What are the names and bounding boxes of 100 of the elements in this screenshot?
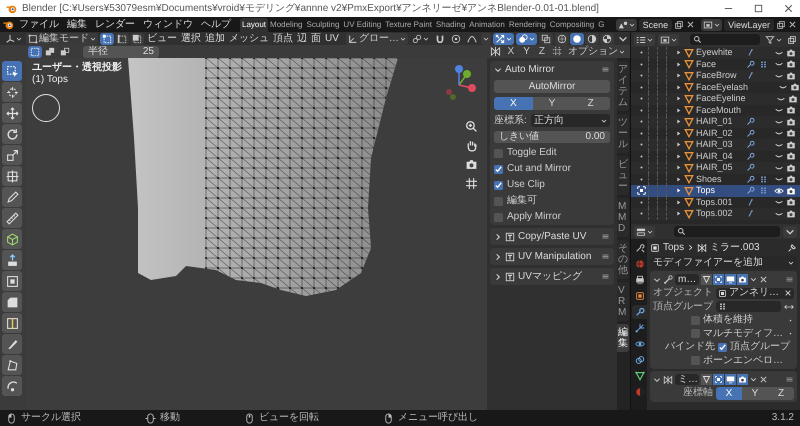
workspace-tab[interactable]: Texture Paint	[383, 18, 434, 32]
modifier-name-field[interactable]: ミ…	[675, 374, 699, 385]
status-hint: サークル選択	[21, 412, 81, 424]
add-modifier-dropdown[interactable]: モディファイアーを追加	[650, 256, 797, 269]
axis-button[interactable]: Y	[742, 386, 768, 400]
sidebar-tab[interactable]: ツール	[617, 114, 629, 153]
field-label: 座標軸	[682, 387, 713, 400]
checkbox-label: マルチモディフ…	[703, 328, 783, 340]
object-name: Eyewhite	[696, 47, 734, 58]
object-name: (1) Tops	[32, 74, 69, 86]
object-name: FaceMouth	[696, 104, 742, 116]
menu-item[interactable]: 頂点	[273, 32, 293, 44]
sidebar-tab[interactable]: MMD	[617, 198, 629, 237]
workspace-tab[interactable]: G	[596, 18, 606, 32]
menu-item[interactable]: 編集	[64, 18, 90, 30]
outliner-row[interactable]: HAIR_03	[631, 139, 800, 150]
object-name: Shoes	[696, 174, 723, 185]
object-name: Tops.001	[696, 196, 734, 208]
view-name: ユーザー・透視投影	[32, 62, 122, 74]
status-hint: メニュー呼び出し	[398, 412, 478, 424]
mode-dropdown[interactable]: 編集モード	[26, 32, 98, 44]
outliner-row[interactable]: Eyewhite	[631, 47, 800, 58]
panel-title: Copy/Paste UV	[518, 230, 588, 242]
field-label: オブジェクト	[653, 287, 713, 300]
object-name: HAIR_05	[696, 162, 734, 174]
sidebar-tab[interactable]: VRM	[617, 282, 629, 321]
object-name: Tops.002	[696, 208, 734, 220]
object-name: HAIR_01	[696, 116, 734, 128]
checkbox-label: 頂点グループ	[730, 341, 790, 354]
outliner-row[interactable]: Tops.002	[631, 208, 800, 220]
view-layer-field[interactable]: ViewLayer	[724, 18, 774, 30]
axis-button[interactable]: Y	[532, 97, 572, 110]
outliner-row[interactable]: HAIR_05	[631, 162, 800, 174]
outliner-row[interactable]: FaceBrow	[631, 70, 800, 82]
panel-title: UVマッピング	[518, 270, 583, 282]
menu-item[interactable]: 選択	[181, 32, 201, 44]
scene-field[interactable]: Scene	[638, 18, 672, 30]
sidebar-tab[interactable]: アイテム	[617, 61, 629, 111]
status-hint: ビューを回転	[259, 412, 319, 424]
menu-item[interactable]: UV	[325, 32, 339, 44]
menu-item[interactable]: メッシュ	[229, 32, 269, 44]
checkbox-label: Cut and Mirror	[507, 163, 571, 175]
outliner-row[interactable]: Tops	[631, 185, 800, 196]
object-name: HAIR_04	[696, 150, 734, 162]
workspace-tab[interactable]: Animation	[467, 18, 507, 32]
version-label: 3.1.2	[772, 412, 794, 424]
menu-item[interactable]: 面	[311, 32, 321, 44]
checkbox-label: Apply Mirror	[507, 211, 561, 223]
menu-item[interactable]: ウィンドウ	[140, 18, 196, 30]
orientation-dropdown[interactable]: グロー…	[346, 32, 408, 44]
workspace-tab[interactable]: Layout	[240, 18, 268, 32]
menu-item[interactable]: 追加	[205, 32, 225, 44]
breadcrumb-item[interactable]: Tops	[663, 242, 684, 254]
workspace-tab[interactable]: Shading	[434, 18, 468, 32]
workspace-tab[interactable]: UV Editing	[341, 18, 384, 32]
sidebar-tab[interactable]: ビュー	[617, 156, 629, 195]
object-name: HAIR_02	[696, 128, 734, 139]
workspace-tab[interactable]: Compositing	[548, 18, 596, 32]
workspace-tab[interactable]: Sculpting	[304, 18, 342, 32]
outliner-row[interactable]: HAIR_01	[631, 116, 800, 128]
object-field[interactable]: アンネリ…	[716, 288, 794, 299]
checkbox-label: ボーンエンベロ…	[703, 354, 783, 367]
checkbox-label: 編集可	[507, 195, 537, 207]
workspace-tab[interactable]: Modeling	[268, 18, 304, 32]
workspace-tab[interactable]: Rendering	[506, 18, 548, 32]
checkbox-label: 体積を維持	[703, 314, 753, 326]
menu-item[interactable]: ファイル	[16, 18, 62, 30]
options-dropdown[interactable]: オプション	[566, 46, 627, 58]
field-label: 座標系:	[494, 114, 527, 126]
panel-title: UV Manipulation	[518, 250, 592, 262]
menu-item[interactable]: レンダー	[92, 18, 138, 30]
menu-item[interactable]: 辺	[297, 32, 307, 44]
breadcrumb-item[interactable]: ミラー.003	[710, 242, 760, 254]
panel-title: Auto Mirror	[505, 64, 556, 76]
outliner-row[interactable]: FaceEyeline	[631, 93, 800, 104]
orientation-dropdown[interactable]: 正方向	[530, 114, 610, 127]
field-label: バインド先	[665, 341, 715, 354]
object-name: FaceEyeline	[696, 93, 746, 104]
sidebar-tab[interactable]: 編集	[617, 324, 629, 352]
automirror-button[interactable]: AutoMirror	[494, 80, 610, 93]
radius-field[interactable]: 半径 25	[83, 46, 159, 58]
axis-button[interactable]: X	[716, 386, 742, 400]
threshold-field[interactable]: しきい値 0.00	[494, 131, 610, 143]
sidebar-tab[interactable]: その他	[617, 240, 629, 279]
object-name: Tops	[696, 185, 716, 196]
axis-button[interactable]: Z	[768, 386, 794, 400]
menu-item[interactable]: ビュー	[147, 32, 177, 44]
axis-button[interactable]: Z	[571, 97, 610, 110]
checkbox-label: Use Clip	[507, 179, 545, 191]
field-label: 頂点グループ	[653, 300, 713, 313]
status-hint: 移動	[160, 412, 180, 424]
object-name: FaceEyelash	[696, 82, 748, 93]
object-name: Face	[696, 58, 718, 70]
checkbox-label: Toggle Edit	[507, 147, 556, 159]
axis-button[interactable]: X	[494, 97, 533, 110]
window-title: Blender [C:¥Users¥53079esm¥Documents¥vroid¥モデリング¥annne v2¥PmxExport¥アンネリーゼ¥アンネBlender-0.01-01.blend]	[22, 2, 600, 14]
object-name: HAIR_03	[696, 139, 734, 150]
object-name: FaceBrow	[696, 70, 738, 82]
menu-item[interactable]: ヘルプ	[198, 18, 234, 30]
modifier-name-field[interactable]: m…	[675, 274, 699, 285]
